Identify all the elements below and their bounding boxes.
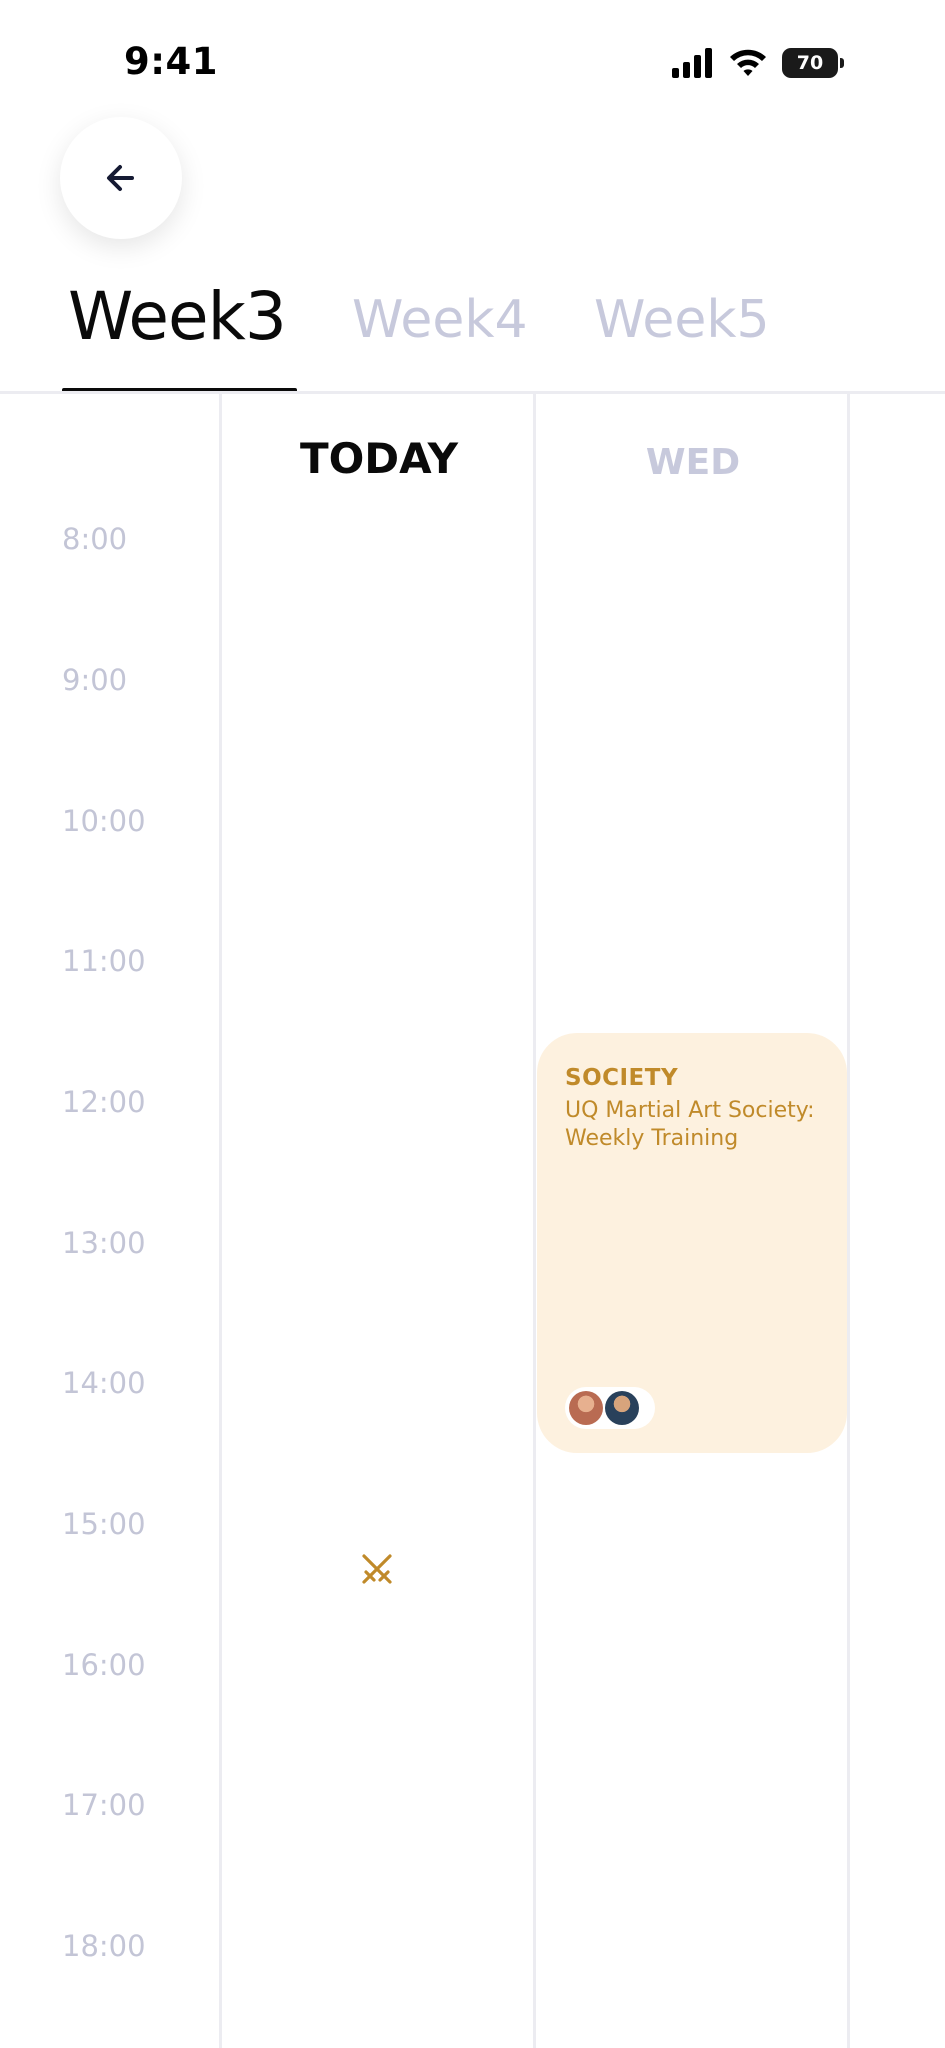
- event-category: SOCIETY: [565, 1065, 679, 1091]
- status-time: 9:41: [124, 40, 219, 83]
- back-button[interactable]: [60, 117, 182, 239]
- time-label: 18:00: [62, 1929, 146, 1963]
- time-label: 10:00: [62, 804, 146, 838]
- arrow-left-icon: [107, 165, 134, 191]
- wifi-icon: [730, 49, 766, 76]
- attendee-avatars[interactable]: [565, 1387, 655, 1429]
- time-label: 12:00: [62, 1085, 146, 1119]
- status-bar: 9:41 70: [0, 0, 945, 110]
- tabs-divider: [0, 391, 945, 394]
- week-tabs: Week3 Week4 Week5: [0, 260, 945, 394]
- time-label: 8:00: [62, 522, 128, 556]
- time-label: 14:00: [62, 1366, 146, 1400]
- time-label: 17:00: [62, 1788, 146, 1822]
- time-label: 16:00: [62, 1648, 146, 1682]
- battery-cap: [840, 58, 844, 68]
- column-divider: [533, 394, 536, 2048]
- crossed-swords-icon[interactable]: [360, 1552, 394, 1586]
- time-label: 11:00: [62, 944, 146, 978]
- time-label: 15:00: [62, 1507, 146, 1541]
- event-title: UQ Martial Art Society: Weekly Training: [565, 1098, 815, 1151]
- battery-level: 70: [782, 48, 838, 78]
- column-divider: [219, 394, 222, 2048]
- avatar: [605, 1391, 639, 1425]
- tab-week3[interactable]: Week3: [68, 278, 287, 355]
- avatar: [569, 1391, 603, 1425]
- battery-indicator: 70: [782, 48, 844, 78]
- tab-week4[interactable]: Week4: [352, 290, 528, 350]
- day-header-today: TODAY: [299, 434, 459, 483]
- time-label: 9:00: [62, 663, 128, 697]
- day-header-wed[interactable]: WED: [538, 442, 848, 483]
- cellular-signal-icon: [672, 48, 712, 78]
- tab-week5[interactable]: Week5: [594, 290, 770, 350]
- time-label: 13:00: [62, 1226, 146, 1260]
- column-divider: [847, 394, 850, 2048]
- event-card[interactable]: SOCIETY UQ Martial Art Society: Weekly T…: [537, 1033, 847, 1453]
